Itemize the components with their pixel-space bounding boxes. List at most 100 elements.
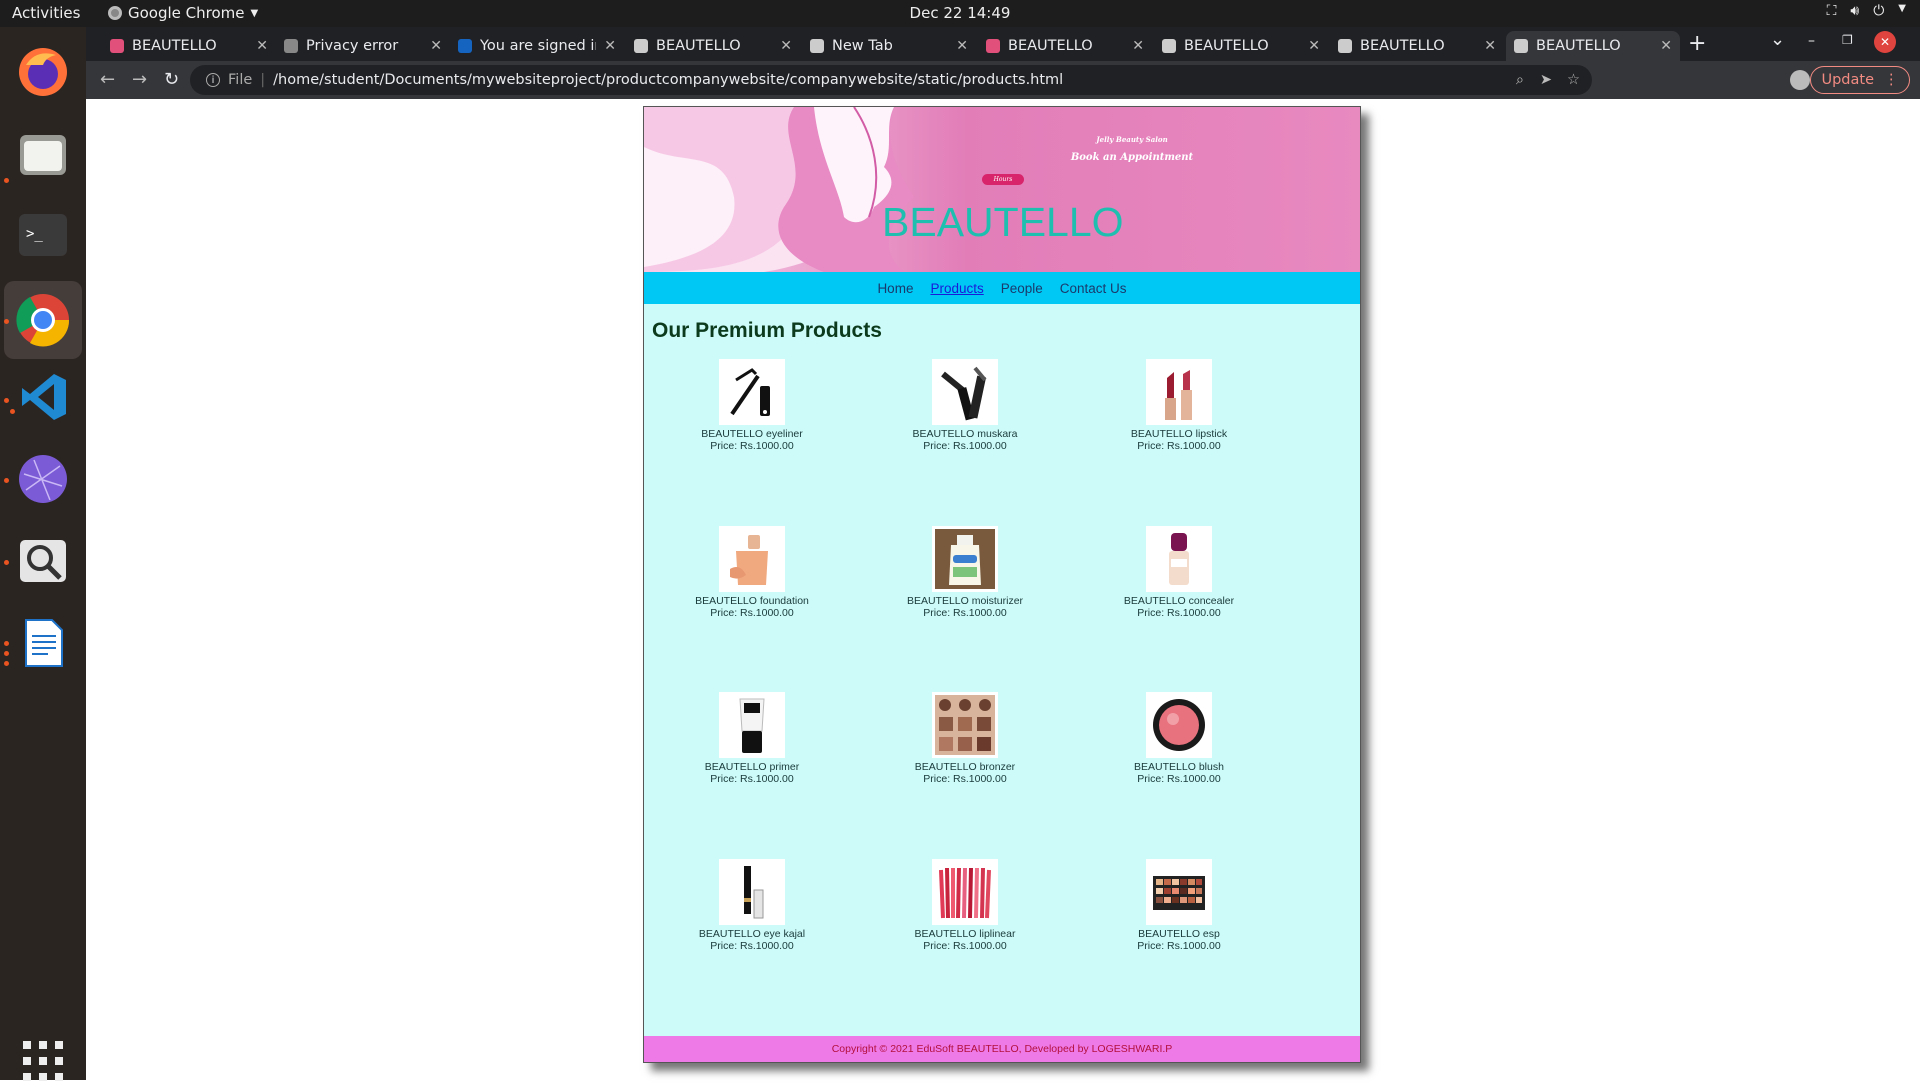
product-name: BEAUTELLO muskara [912, 428, 1018, 440]
browser-tab[interactable]: Privacy error ✕ [276, 31, 450, 61]
clock[interactable]: Dec 22 14:49 [910, 4, 1011, 22]
activities-button[interactable]: Activities [12, 4, 80, 22]
eyeliner-icon[interactable] [719, 359, 785, 425]
product-name: BEAUTELLO primer [704, 761, 800, 773]
show-apps-icon[interactable] [12, 1030, 74, 1092]
header-banner: Jelly Beauty Salon Book an Appointment H… [644, 107, 1360, 272]
product-card[interactable]: BEAUTELLO concealer Price: Rs.1000.00 [1079, 526, 1279, 619]
tab-close-icon[interactable]: ✕ [256, 38, 268, 54]
product-card[interactable]: BEAUTELLO eyeliner Price: Rs.1000.00 [652, 359, 852, 452]
reload-icon[interactable]: ↻ [164, 69, 179, 90]
tab-search-icon[interactable]: ⌄ [1770, 29, 1785, 50]
product-card[interactable]: BEAUTELLO blush Price: Rs.1000.00 [1079, 692, 1279, 785]
nav-home[interactable]: Home [877, 281, 913, 296]
browser-tab[interactable]: BEAUTELLO ✕ [978, 31, 1152, 61]
zoom-icon[interactable]: ⌕ [1516, 72, 1524, 88]
eyeshadow-palette-icon[interactable] [1146, 859, 1212, 925]
vscode-icon[interactable] [12, 366, 74, 428]
mascara-icon[interactable] [932, 359, 998, 425]
send-icon[interactable]: ➤ [1540, 72, 1552, 88]
product-card[interactable]: BEAUTELLO moisturizer Price: Rs.1000.00 [865, 526, 1065, 619]
info-icon[interactable]: i [206, 73, 220, 87]
nav-contact[interactable]: Contact Us [1060, 281, 1127, 296]
back-icon[interactable]: ← [100, 69, 115, 90]
tab-favicon-icon [1338, 39, 1352, 53]
volume-icon: 🔊︎ [1850, 3, 1860, 19]
address-bar[interactable]: i File | /home/student/Documents/mywebsi… [190, 65, 1592, 95]
kajal-icon[interactable] [719, 859, 785, 925]
product-name: BEAUTELLO eye kajal [698, 928, 806, 940]
system-tray[interactable]: ⛶ 🔊︎ ⏻ ▼ [1827, 3, 1906, 19]
chrome-small-icon [108, 6, 122, 20]
product-price: Price: Rs.1000.00 [923, 440, 1007, 452]
chrome-icon[interactable] [4, 281, 82, 359]
moisturizer-icon[interactable] [932, 526, 998, 592]
close-window-icon[interactable]: ✕ [1874, 31, 1896, 53]
scheme-label: File [228, 72, 253, 88]
tab-favicon-icon [284, 39, 298, 53]
browser-tab[interactable]: BEAUTELLO ✕ [102, 31, 276, 61]
tab-close-icon[interactable]: ✕ [1660, 38, 1672, 54]
site-footer: Copyright © 2021 EduSoft BEAUTELLO, Deve… [644, 1036, 1360, 1062]
product-name: BEAUTELLO bronzer [914, 761, 1016, 773]
browser-tab[interactable]: BEAUTELLO ✕ [1154, 31, 1328, 61]
product-card[interactable]: BEAUTELLO eye kajal Price: Rs.1000.00 [652, 859, 852, 952]
update-button[interactable]: Update ⋮ [1810, 66, 1910, 94]
tab-close-icon[interactable]: ✕ [780, 38, 792, 54]
product-card[interactable]: BEAUTELLO bronzer Price: Rs.1000.00 [865, 692, 1065, 785]
lipliner-icon[interactable] [932, 859, 998, 925]
tab-close-icon[interactable]: ✕ [430, 38, 442, 54]
forward-icon[interactable]: → [132, 69, 147, 90]
product-card[interactable]: BEAUTELLO lipstick Price: Rs.1000.00 [1079, 359, 1279, 452]
url-text[interactable]: /home/student/Documents/mywebsiteproject… [273, 72, 1063, 88]
blush-icon[interactable] [1146, 692, 1212, 758]
product-card[interactable]: BEAUTELLO foundation Price: Rs.1000.00 [652, 526, 852, 619]
product-name: BEAUTELLO lipstick [1130, 428, 1228, 440]
tab-title: You are signed in [480, 38, 597, 54]
minimize-icon[interactable]: – [1808, 33, 1815, 49]
foundation-icon[interactable] [719, 526, 785, 592]
product-price: Price: Rs.1000.00 [1137, 440, 1221, 452]
tab-title: Privacy error [306, 38, 399, 54]
browser-tab[interactable]: You are signed in ✕ [450, 31, 624, 61]
tab-title: BEAUTELLO [1360, 38, 1445, 54]
profile-avatar-icon[interactable] [1790, 70, 1810, 90]
browser-globe-icon[interactable] [12, 448, 74, 510]
product-card[interactable]: BEAUTELLO muskara Price: Rs.1000.00 [865, 359, 1065, 452]
website-container: Jelly Beauty Salon Book an Appointment H… [643, 106, 1361, 1063]
files-icon[interactable] [12, 123, 74, 185]
restore-icon[interactable]: ❐ [1842, 33, 1853, 47]
nav-people[interactable]: People [1001, 281, 1043, 296]
product-card[interactable]: BEAUTELLO esp Price: Rs.1000.00 [1079, 859, 1279, 952]
tab-close-icon[interactable]: ✕ [604, 38, 616, 54]
tab-close-icon[interactable]: ✕ [956, 38, 968, 54]
concealer-icon[interactable] [1146, 526, 1212, 592]
browser-tab[interactable]: BEAUTELLO ✕ [1330, 31, 1504, 61]
page-viewport: Jelly Beauty Salon Book an Appointment H… [86, 99, 1920, 1080]
product-price: Price: Rs.1000.00 [1137, 773, 1221, 785]
tab-title: BEAUTELLO [1008, 38, 1093, 54]
tab-close-icon[interactable]: ✕ [1132, 38, 1144, 54]
terminal-icon[interactable]: >_ [12, 204, 74, 266]
writer-icon[interactable] [12, 612, 74, 674]
product-name: BEAUTELLO moisturizer [906, 595, 1024, 607]
firefox-icon[interactable] [12, 41, 74, 103]
app-menu[interactable]: Google Chrome ▼ [108, 4, 258, 22]
hours-badge[interactable]: Hours [982, 174, 1024, 185]
lipstick-icon[interactable] [1146, 359, 1212, 425]
bronzer-icon[interactable] [932, 692, 998, 758]
product-card[interactable]: BEAUTELLO primer Price: Rs.1000.00 [652, 692, 852, 785]
tab-close-icon[interactable]: ✕ [1484, 38, 1496, 54]
browser-tab[interactable]: BEAUTELLO ✕ [1506, 31, 1680, 61]
tab-close-icon[interactable]: ✕ [1308, 38, 1320, 54]
new-tab-icon[interactable]: + [1688, 31, 1706, 56]
product-card[interactable]: BEAUTELLO liplinear Price: Rs.1000.00 [865, 859, 1065, 952]
image-viewer-icon[interactable] [12, 530, 74, 592]
woman-profile-art [644, 107, 914, 272]
nav-products[interactable]: Products [930, 281, 983, 296]
browser-tab[interactable]: BEAUTELLO ✕ [626, 31, 800, 61]
browser-tab[interactable]: New Tab ✕ [802, 31, 976, 61]
bookmark-star-icon[interactable]: ☆ [1567, 72, 1580, 88]
svg-text:>_: >_ [26, 226, 43, 242]
primer-icon[interactable] [719, 692, 785, 758]
